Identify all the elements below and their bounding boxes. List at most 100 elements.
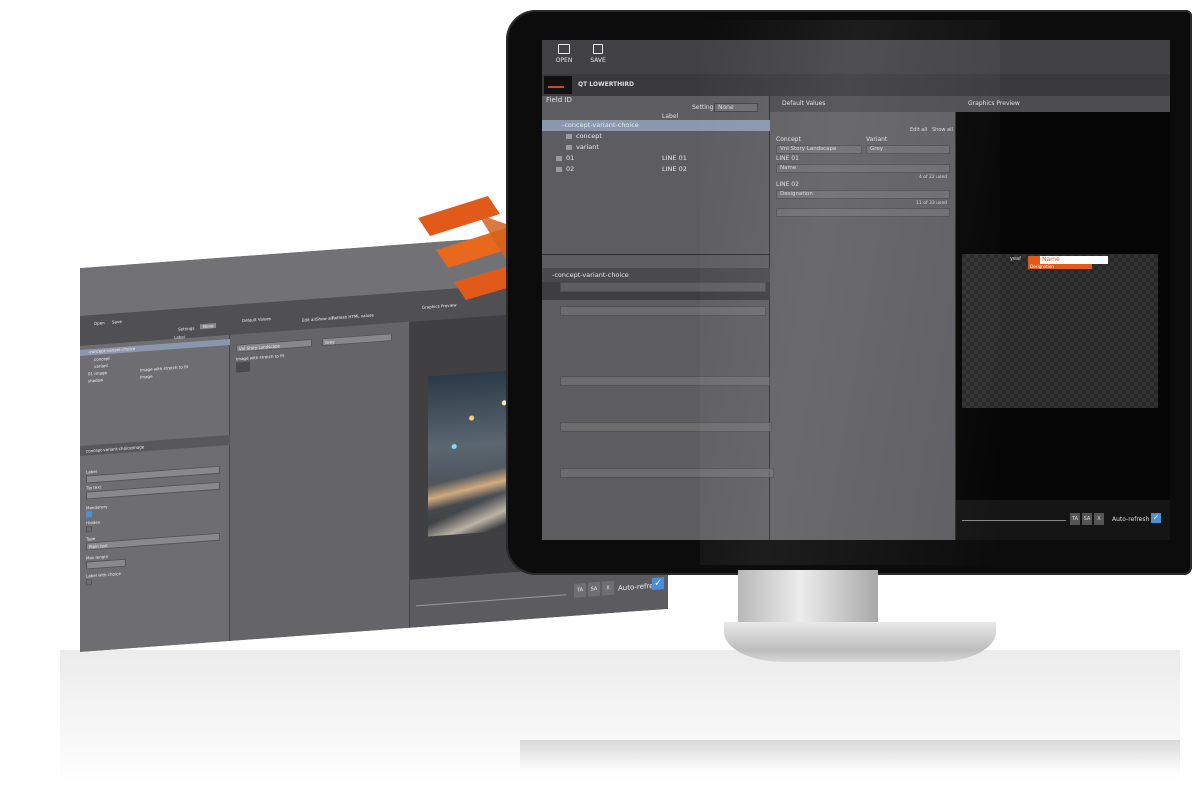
tree-item-field-label: LINE 02 — [662, 165, 687, 173]
fields-pane: -concept-variant-choice concept variant … — [80, 334, 230, 652]
tree-item[interactable]: concept — [542, 131, 770, 142]
ta-button[interactable]: TA — [1070, 513, 1080, 525]
field-label: Mandatory — [86, 503, 108, 511]
type-select[interactable]: Plain text — [86, 532, 220, 551]
line2-input[interactable]: Designation — [776, 190, 950, 199]
concept-select[interactable]: Vnl Story Landscape — [776, 145, 862, 154]
lowerthird-name: Name — [1028, 256, 1108, 264]
tree-item[interactable]: variant — [94, 363, 108, 369]
tree-item[interactable]: variant — [542, 142, 770, 153]
tree-item[interactable]: 01-image — [88, 370, 107, 376]
tip-text-input[interactable] — [86, 481, 220, 500]
properties-header: concept-variant-choiceimage — [86, 444, 145, 454]
monitor-base — [724, 622, 996, 662]
overlay-field — [560, 282, 766, 292]
graphics-preview-header: Graphics Preview — [956, 96, 1170, 112]
variant-value: Grey — [870, 146, 884, 152]
concept-label: Concept — [776, 136, 801, 143]
line2-char-count: 11 of 33 used — [916, 201, 947, 206]
save-icon — [593, 44, 603, 54]
lowerthird-designation: Designation — [1028, 264, 1092, 269]
tree-item-label: Image with stretch to fit — [140, 364, 189, 373]
settings-select[interactable]: None — [714, 103, 758, 112]
line1-char-count: 4 of 22 used — [918, 175, 947, 180]
field-label: Label with choice — [86, 571, 121, 579]
tree-item[interactable]: shadow — [88, 377, 103, 383]
pane-divider — [542, 254, 770, 255]
line2-label: LINE 02 — [776, 181, 799, 188]
tree-item[interactable]: concept — [94, 356, 110, 362]
ta-button[interactable]: TA — [574, 582, 586, 598]
folder-icon — [556, 155, 562, 161]
edit-all-link[interactable]: Edit all — [302, 317, 316, 323]
max-length-input[interactable] — [86, 558, 126, 570]
tree-item-label: -concept-variant-choice — [562, 121, 639, 129]
preview-canvas — [962, 254, 1158, 408]
refresh-html-button[interactable]: Refresh HTML values — [332, 312, 374, 320]
line2-extra-input[interactable] — [776, 208, 950, 217]
open-button[interactable]: OPEN — [546, 44, 582, 72]
label-header: Label — [662, 113, 679, 120]
timeline-slider[interactable] — [962, 520, 1066, 521]
preview-prefix: yeaf — [1010, 256, 1021, 262]
overlay-field — [560, 422, 772, 432]
concept-select[interactable]: Vnl Story Landscape — [236, 338, 312, 353]
save-label: SAVE — [590, 57, 606, 64]
save-button[interactable]: Save — [112, 319, 122, 325]
tree-item-label: concept — [576, 132, 602, 140]
tree-item[interactable]: 01 LINE 01 — [542, 153, 770, 164]
folder-open-icon — [558, 44, 570, 54]
open-button[interactable]: Open — [94, 320, 105, 326]
tree-item-label: variant — [576, 143, 599, 151]
image-thumbnail[interactable] — [236, 361, 250, 373]
folder-icon — [556, 166, 562, 172]
sa-button[interactable]: SA — [1082, 513, 1092, 525]
field-label: Label — [86, 468, 97, 475]
tree-item[interactable]: 02 LINE 02 — [542, 164, 770, 175]
main-toolbar: OPEN SAVE — [542, 40, 1170, 74]
overlay-field — [560, 306, 766, 316]
tree-item-field-label: LINE 01 — [662, 154, 687, 162]
checkbox-icon[interactable]: ✓ — [1151, 513, 1161, 523]
line1-input[interactable]: Name — [776, 164, 950, 173]
hidden-checkbox[interactable] — [86, 526, 92, 533]
x-button[interactable]: X — [602, 580, 614, 596]
tree-item[interactable]: -concept-variant-choice — [542, 120, 770, 131]
auto-refresh-label: Auto-refresh — [1112, 516, 1150, 523]
open-label: OPEN — [555, 57, 573, 64]
tree-item-label: Image — [140, 373, 153, 380]
document-tab[interactable]: QT LOWERTHIRD — [542, 74, 1170, 96]
default-values-pane: Vnl Story Landscape Grey Image with stre… — [230, 321, 410, 641]
concept-value: Vnl Story Landscape — [239, 343, 280, 352]
document-thumbnail — [544, 76, 572, 94]
floor-reflection-base — [520, 740, 1180, 770]
variant-select[interactable]: Grey — [866, 145, 950, 154]
default-values-pane: Default Values Edit all Show all Concept… — [770, 96, 956, 540]
settings-select[interactable]: None — [200, 322, 217, 330]
sa-button[interactable]: SA — [588, 581, 600, 597]
save-button[interactable]: SAVE — [580, 44, 616, 72]
variant-select[interactable]: Grey — [322, 333, 392, 347]
show-all-link[interactable]: Show all — [316, 315, 333, 321]
folder-icon — [566, 144, 572, 150]
field-label: Type — [86, 535, 96, 542]
field-tree: -concept-variant-choice concept variant … — [542, 120, 770, 175]
x-button[interactable]: X — [1094, 513, 1104, 525]
field-label: Hidden — [86, 519, 101, 526]
line1-value: Name — [780, 165, 797, 171]
field-id-header: Field ID — [546, 96, 572, 104]
show-all-link[interactable]: Show all — [932, 127, 953, 133]
properties-header-bar: concept-variant-choiceimage — [80, 434, 230, 456]
label-input[interactable] — [86, 465, 220, 484]
type-select-value: Plain text — [89, 542, 108, 550]
tree-item-label: 02 — [566, 165, 575, 173]
checkbox-icon[interactable]: ✓ — [652, 577, 664, 590]
edit-all-link[interactable]: Edit all — [910, 127, 927, 133]
mandatory-checkbox[interactable] — [86, 511, 92, 518]
document-title: QT LOWERTHIRD — [578, 81, 635, 88]
label-choice-checkbox[interactable] — [86, 579, 92, 586]
timeline-slider[interactable] — [416, 594, 566, 607]
folder-icon — [566, 133, 572, 139]
overlay-field — [560, 468, 774, 478]
line1-label: LINE 01 — [776, 155, 799, 162]
